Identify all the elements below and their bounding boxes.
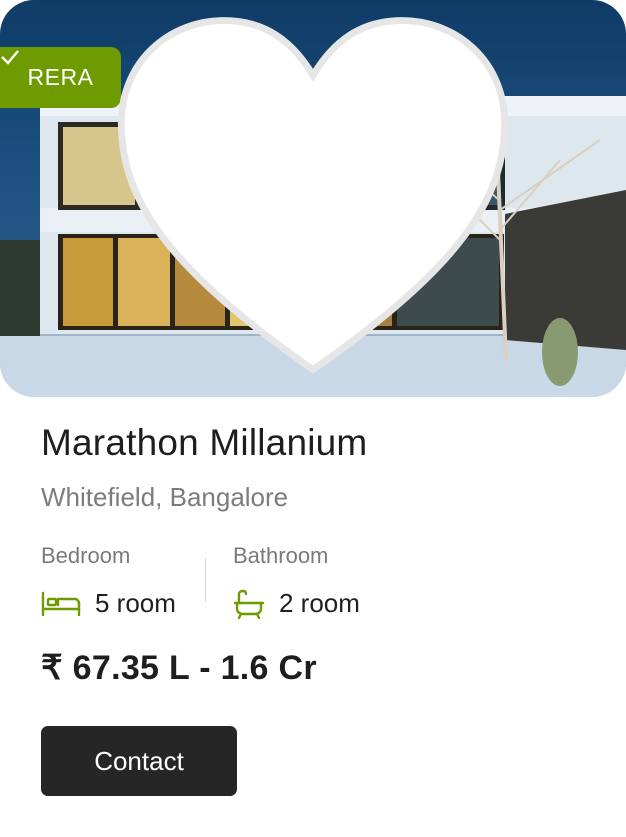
bathtub-icon: [233, 589, 265, 619]
heart-icon[interactable]: [0, 0, 626, 397]
property-location: Whitefield, Bangalore: [41, 482, 289, 512]
bedroom-value: 5 room: [95, 588, 176, 618]
bathroom-value: 2 room: [279, 588, 360, 618]
property-card: RERA Marathon Millanium Whitefield, Bang…: [0, 0, 626, 837]
spec-divider: [205, 558, 206, 602]
property-photo[interactable]: RERA: [0, 0, 626, 397]
bathroom-label: Bathroom: [233, 543, 329, 568]
price-range: ₹ 67.35 L - 1.6 Cr: [41, 649, 317, 687]
bedroom-spec: 5 room: [41, 588, 176, 619]
contact-button[interactable]: Contact: [41, 726, 237, 796]
bed-icon: [41, 591, 81, 616]
bedroom-label: Bedroom: [41, 543, 131, 568]
bathroom-spec: 2 room: [233, 588, 360, 619]
property-title: Marathon Millanium: [41, 422, 368, 463]
